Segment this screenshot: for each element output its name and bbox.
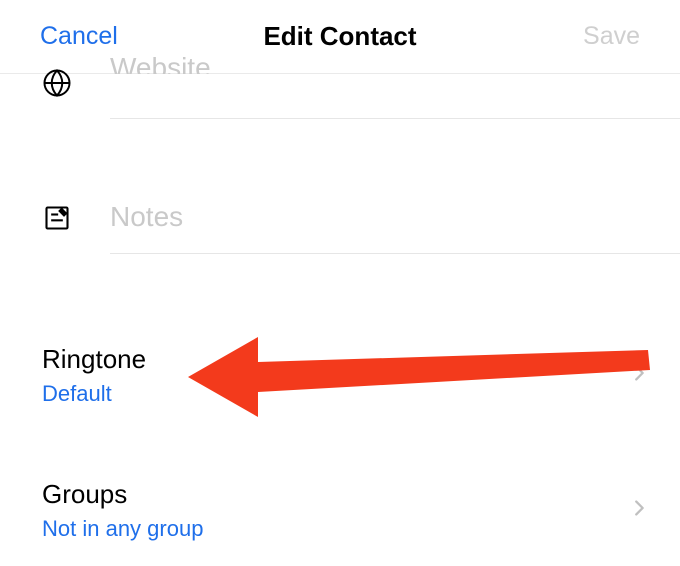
save-button[interactable]: Save — [583, 22, 640, 51]
groups-text: Groups Not in any group — [42, 479, 203, 542]
page-title: Edit Contact — [263, 21, 416, 52]
website-field-row[interactable]: Website — [0, 70, 680, 119]
website-placeholder: Website — [110, 52, 640, 74]
notes-field-row[interactable]: Notes — [0, 181, 680, 254]
groups-value: Not in any group — [42, 516, 203, 542]
notes-placeholder: Notes — [110, 201, 183, 232]
ringtone-value: Default — [42, 381, 146, 407]
ringtone-row[interactable]: Ringtone Default — [0, 326, 680, 425]
website-field-body: Website — [110, 70, 680, 119]
note-icon — [40, 201, 74, 235]
notes-field-body: Notes — [110, 181, 680, 254]
ringtone-text: Ringtone Default — [42, 344, 146, 407]
chevron-right-icon — [628, 497, 650, 524]
globe-icon — [40, 66, 74, 100]
ringtone-title: Ringtone — [42, 344, 146, 375]
groups-title: Groups — [42, 479, 203, 510]
groups-row[interactable]: Groups Not in any group — [0, 461, 680, 560]
content-area: Website Notes Ringtone Default G — [0, 70, 680, 560]
cancel-button[interactable]: Cancel — [40, 22, 118, 51]
chevron-right-icon — [628, 362, 650, 389]
